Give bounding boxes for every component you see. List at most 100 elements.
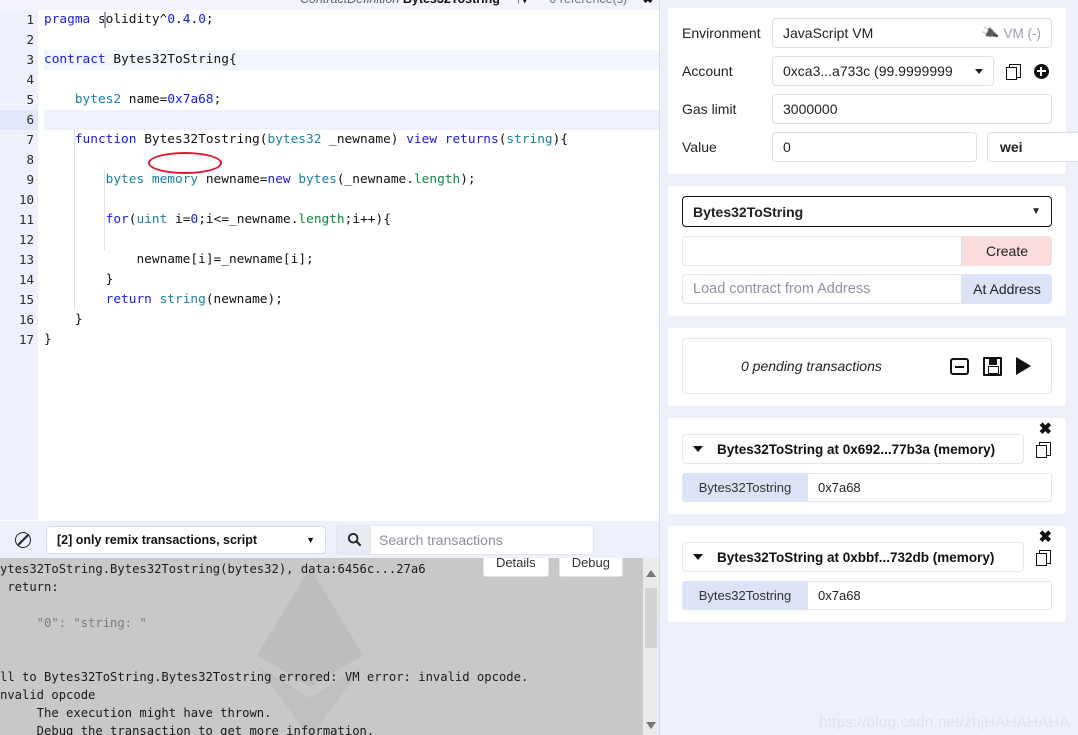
search-transactions-wrap[interactable]	[336, 524, 594, 555]
console-line: ll to Bytes32ToString.Bytes32Tostring er…	[0, 670, 529, 684]
code-line: bytes memory newname=new bytes(_newname.…	[44, 170, 659, 190]
create-button[interactable]: Create	[962, 236, 1052, 266]
pending-transactions-card: 0 pending transactions	[668, 328, 1066, 406]
environment-select[interactable]: JavaScript VM 🔌 VM (-)	[772, 18, 1052, 48]
code-line: }	[44, 270, 659, 290]
scrollbar-thumb[interactable]	[645, 588, 657, 648]
gas-limit-input[interactable]: 3000000	[772, 94, 1052, 124]
copy-icon	[1036, 549, 1051, 566]
deployed-contract-toggle[interactable]: Bytes32ToString at 0x692...77b3a (memory…	[682, 434, 1024, 464]
collapse-all-icon[interactable]	[950, 357, 969, 375]
deployed-contract-header: Bytes32ToString at 0x692...77b3a (memory…	[682, 434, 1052, 464]
close-icon[interactable]: ✖	[1039, 422, 1052, 438]
code-text: ){	[552, 132, 569, 147]
value-amount: 0	[783, 139, 791, 155]
constructor-args-input[interactable]	[682, 236, 962, 266]
code-number: 0	[198, 12, 206, 27]
code-text: [	[282, 252, 291, 267]
deployed-contract-title: Bytes32ToString at 0xbbf...732db (memory…	[717, 549, 995, 565]
copy-address-button[interactable]	[1034, 548, 1052, 566]
pending-transactions-box: 0 pending transactions	[682, 338, 1052, 394]
search-transactions-input[interactable]	[371, 525, 593, 554]
deployed-contract-header: Bytes32ToString at 0xbbf...732db (memory…	[682, 542, 1052, 572]
page-watermark: https://blog.csdn.net/zhjHAHAHAHA	[819, 714, 1070, 731]
code-text: Bytes32ToString	[113, 52, 229, 67]
contract-function-row: Bytes32Tostring	[682, 581, 1052, 610]
scroll-up-arrow-icon[interactable]	[646, 570, 656, 577]
line-number: 3▼	[0, 50, 45, 70]
code-keyword: for	[105, 212, 129, 227]
scroll-down-arrow-icon[interactable]	[646, 722, 656, 729]
transaction-filter-dropdown[interactable]: [2] only remix transactions, script ▼	[46, 525, 326, 554]
code-memory-keyword: memory	[151, 172, 199, 187]
code-text: i	[205, 212, 214, 227]
plus-circle-icon	[1033, 63, 1049, 79]
code-text: newname	[205, 172, 260, 187]
deploy-run-panel: Environment JavaScript VM 🔌 VM (-) Accou…	[660, 0, 1078, 735]
code-text: .	[406, 172, 414, 187]
plug-icon: 🔌	[980, 22, 1001, 43]
environment-row: Environment JavaScript VM 🔌 VM (-)	[682, 18, 1052, 48]
code-text: .	[175, 12, 183, 27]
load-contract-address-input[interactable]	[682, 274, 962, 304]
value-unit-select[interactable]: wei	[987, 132, 1078, 162]
function-arg-input[interactable]	[808, 581, 1052, 610]
environment-label: Environment	[682, 25, 761, 41]
line-number: 5	[26, 92, 34, 107]
code-type: bytes2	[74, 92, 122, 107]
at-address-button[interactable]: At Address	[962, 274, 1052, 304]
code-number: 0	[167, 12, 176, 27]
run-scenario-icon[interactable]	[1016, 357, 1031, 375]
console-scrollbar[interactable]	[643, 558, 659, 735]
code-text: ;	[213, 92, 222, 107]
editor-code-area[interactable]: pragma solidity^0.4.0; contract Bytes32T…	[38, 10, 659, 520]
account-row: Account 0xca3...a733c (99.9999999	[682, 56, 1052, 86]
transaction-filter-label: [2] only remix transactions, script	[57, 532, 258, 547]
vm-status: 🔌 VM (-)	[980, 22, 1041, 43]
code-line: bytes2 name=0x7a68;	[44, 90, 659, 110]
account-select[interactable]: 0xca3...a733c (99.9999999	[772, 56, 994, 86]
value-input[interactable]: 0	[772, 132, 977, 162]
code-type: string	[506, 132, 553, 147]
debug-button[interactable]: Debug	[558, 558, 623, 577]
call-function-button[interactable]: Bytes32Tostring	[682, 581, 808, 610]
code-line: contract Bytes32ToString{	[44, 50, 659, 70]
gas-limit-row: Gas limit 3000000	[682, 94, 1052, 124]
code-text: );	[267, 292, 283, 307]
line-number: 7▼	[0, 130, 45, 150]
contract-select-dropdown[interactable]: Bytes32ToString ▼	[682, 196, 1052, 227]
code-text: ];	[298, 252, 314, 267]
code-editor[interactable]: 123▼4567▼891011▼121314151617 pragma soli…	[0, 0, 659, 520]
editor-gutter: 123▼4567▼891011▼121314151617	[0, 10, 45, 520]
code-text: [	[190, 252, 199, 267]
function-arg-input[interactable]	[808, 473, 1052, 502]
copy-account-button[interactable]	[1004, 62, 1022, 80]
details-button[interactable]: Details	[482, 558, 549, 577]
code-text: Bytes32Tostring	[144, 132, 260, 147]
console-line: Debug the transaction to get more inform…	[0, 724, 375, 735]
code-type: uint	[136, 212, 168, 227]
code-property: length	[413, 172, 461, 187]
add-account-button[interactable]	[1032, 62, 1050, 80]
code-text: }	[44, 272, 114, 287]
code-text: _newname	[229, 212, 291, 227]
code-text: ;	[205, 12, 214, 27]
copy-address-button[interactable]	[1034, 440, 1052, 458]
code-type: string	[159, 292, 206, 307]
terminal-console[interactable]: Details Debug ytes32ToString.Bytes32Tost…	[0, 558, 659, 735]
clear-console-icon[interactable]	[14, 531, 32, 549]
chevron-down-icon: ▼	[1031, 206, 1041, 217]
contract-function-row: Bytes32Tostring	[682, 473, 1052, 502]
deployed-contract-toggle[interactable]: Bytes32ToString at 0xbbf...732db (memory…	[682, 542, 1024, 572]
code-text: {	[228, 52, 237, 67]
call-function-button[interactable]: Bytes32Tostring	[682, 473, 808, 502]
console-output: ytes32ToString.Bytes32Tostring(bytes32),…	[0, 560, 659, 735]
close-icon[interactable]: ✖	[1039, 530, 1052, 546]
save-scenario-icon[interactable]	[983, 356, 1002, 376]
